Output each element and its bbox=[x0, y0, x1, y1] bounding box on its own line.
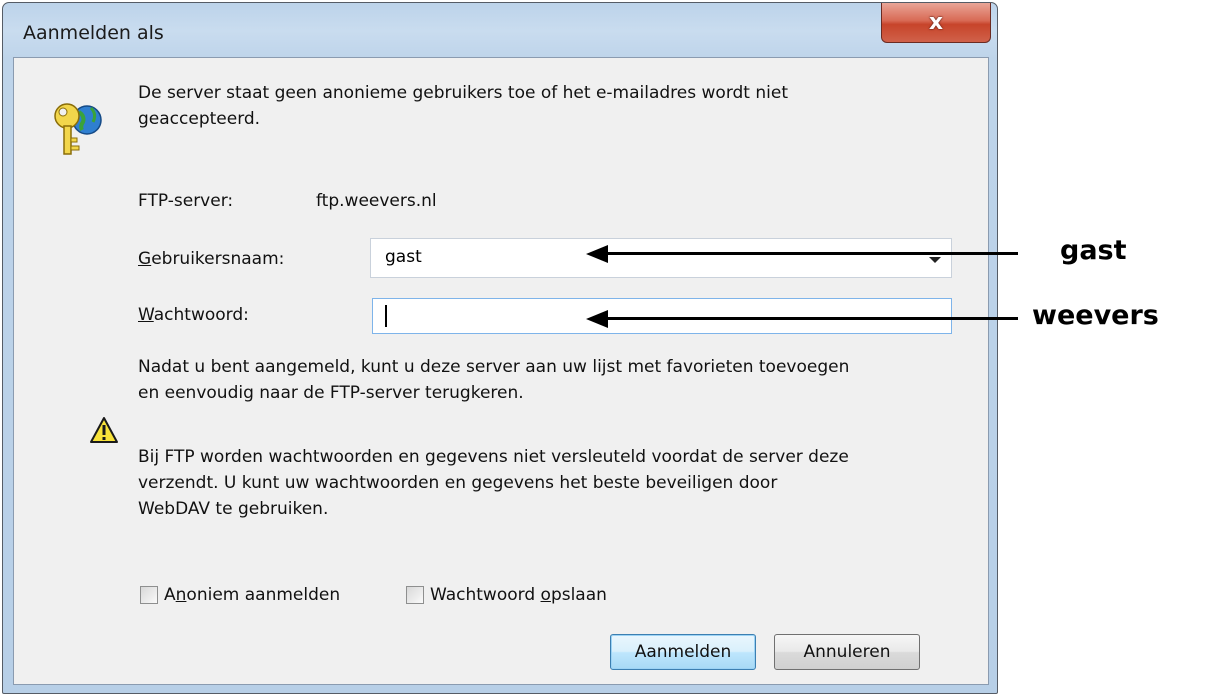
anonymous-label-post: oniem aanmelden bbox=[186, 585, 341, 605]
password-label-mnemonic: W bbox=[138, 305, 154, 325]
username-arrowhead bbox=[586, 245, 608, 263]
save-password-label-mnemonic: o bbox=[540, 585, 551, 605]
username-label-text: ebruikersnaam: bbox=[151, 249, 285, 269]
username-combobox[interactable]: gast bbox=[370, 238, 952, 278]
close-icon: x bbox=[928, 10, 944, 35]
text-caret bbox=[385, 305, 387, 327]
password-arrow-line bbox=[606, 317, 1018, 320]
password-input[interactable] bbox=[372, 298, 952, 334]
username-label: Gebruikersnaam: bbox=[138, 246, 284, 272]
save-password-checkbox[interactable] bbox=[406, 586, 424, 604]
anonymous-checkbox[interactable] bbox=[140, 586, 158, 604]
anonymous-label-pre: A bbox=[164, 585, 176, 605]
login-button[interactable]: Aanmelden bbox=[610, 634, 756, 670]
username-value: gast bbox=[385, 247, 422, 267]
key-globe-icon bbox=[51, 100, 107, 162]
message-line-2: geaccepteerd. bbox=[138, 109, 261, 129]
cancel-button[interactable]: Annuleren bbox=[774, 634, 920, 670]
warning-line-2: verzendt. U kunt uw wachtwoorden en gege… bbox=[138, 473, 778, 493]
username-label-mnemonic: G bbox=[138, 249, 152, 269]
dialog-title: Aanmelden als bbox=[23, 22, 164, 44]
warning-icon bbox=[89, 416, 119, 448]
password-arrowhead bbox=[586, 310, 608, 328]
save-password-label-post: pslaan bbox=[550, 585, 607, 605]
anonymous-checkbox-label[interactable]: Anoniem aanmelden bbox=[164, 582, 340, 608]
save-password-label-pre: Wachtwoord bbox=[430, 585, 541, 605]
username-annotation: gast bbox=[1060, 235, 1127, 266]
message-line-1: De server staat geen anonieme gebruikers… bbox=[138, 83, 788, 103]
ftp-server-label: FTP-server: bbox=[138, 191, 234, 211]
login-dialog: Aanmelden als x De server staat geen ano… bbox=[2, 2, 998, 694]
chevron-down-icon[interactable] bbox=[929, 257, 941, 263]
info-line-1: Nadat u bent aangemeld, kunt u deze serv… bbox=[138, 357, 850, 377]
dialog-body: De server staat geen anonieme gebruikers… bbox=[13, 57, 989, 685]
close-button[interactable]: x bbox=[881, 3, 991, 43]
info-line-2: en eenvoudig naar de FTP-server terugker… bbox=[138, 383, 524, 403]
username-arrow-line bbox=[606, 252, 1018, 255]
save-password-checkbox-label[interactable]: Wachtwoord opslaan bbox=[430, 582, 607, 608]
title-bar[interactable]: Aanmelden als x bbox=[3, 3, 997, 53]
warning-line-1: Bij FTP worden wachtwoorden en gegevens … bbox=[138, 447, 849, 467]
ftp-server-value: ftp.weevers.nl bbox=[316, 191, 437, 211]
password-label-text: achtwoord: bbox=[153, 305, 249, 325]
warning-line-3: WebDAV te gebruiken. bbox=[138, 499, 329, 519]
anonymous-label-mnemonic: n bbox=[175, 585, 187, 605]
password-annotation: weevers bbox=[1032, 300, 1159, 331]
password-label: Wachtwoord: bbox=[138, 302, 249, 328]
